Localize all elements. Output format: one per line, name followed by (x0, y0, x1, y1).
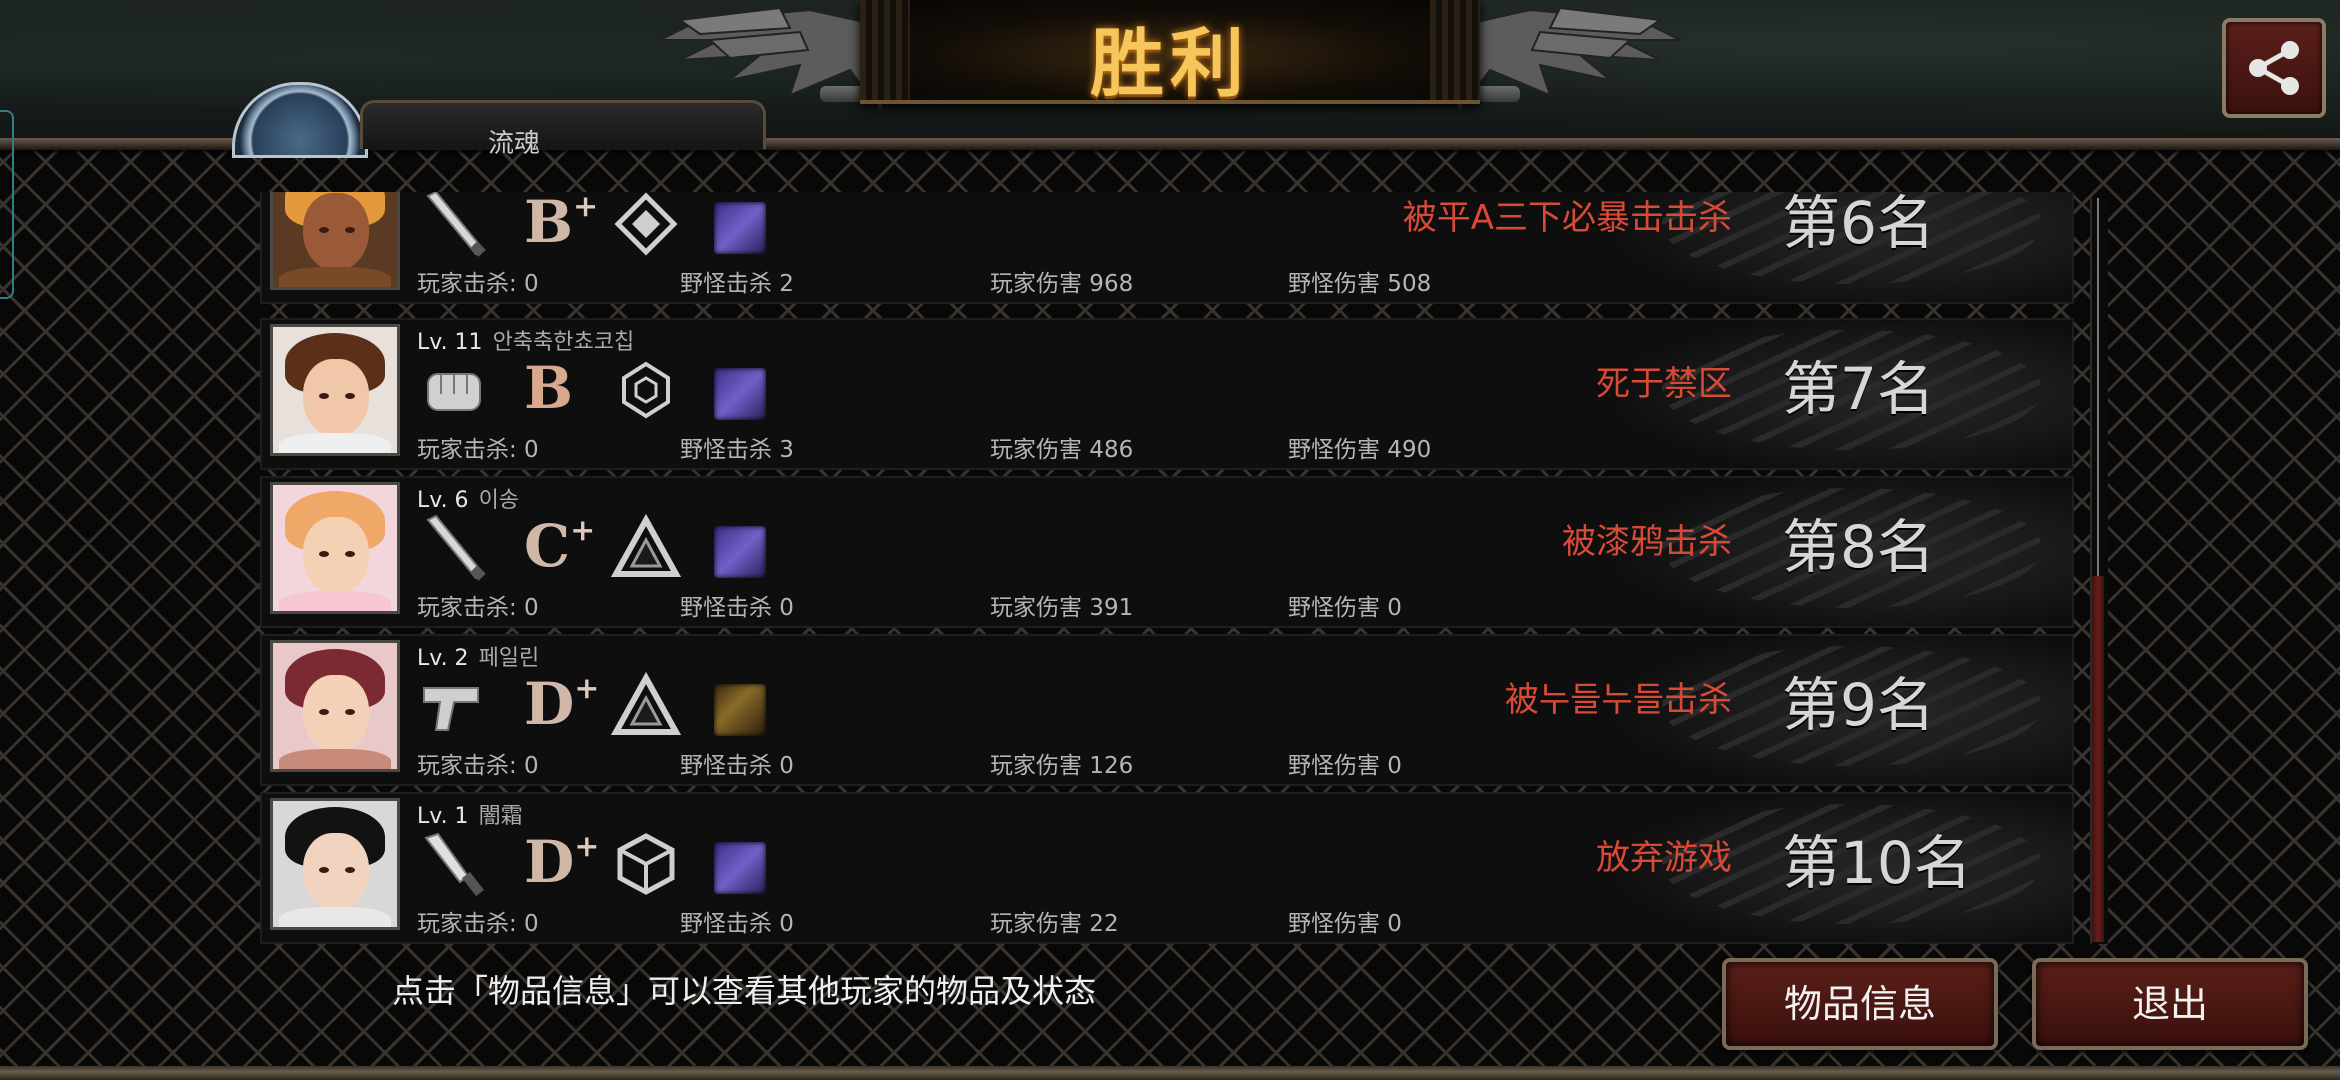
player-level: Lv. 6 이송 (417, 488, 520, 513)
avatar (270, 798, 400, 930)
player-kills: 玩家击杀: 0 (417, 911, 539, 937)
bat-icon (426, 192, 486, 257)
monster-kills: 野怪击杀 0 (680, 595, 794, 621)
scrollbar-line (2097, 198, 2099, 576)
grade-label: D+ (524, 670, 600, 738)
purple-crystal-icon (714, 368, 766, 420)
monster-damage: 野怪伤害 490 (1288, 437, 1432, 463)
player-damage: 玩家伤害 391 (990, 595, 1134, 621)
grade-label: C+ (524, 512, 596, 580)
player-damage: 玩家伤害 486 (990, 437, 1134, 463)
gold-claws-icon (714, 684, 766, 736)
rank-label: 第7名 (1782, 355, 1935, 423)
player-row[interactable]: Lv. 11 안축축한쵸코칩 B 死于禁区 第7名 玩家击杀: 0 野怪击杀 3 … (260, 318, 2074, 470)
death-status: 死于禁区 (1596, 364, 1732, 404)
monster-kills: 野怪击杀 2 (680, 271, 794, 297)
rank-label: 第9名 (1782, 671, 1935, 739)
player-damage: 玩家伤害 126 (990, 753, 1134, 779)
grade-label: B+ (524, 192, 599, 256)
death-status: 被누들누들击杀 (1504, 680, 1732, 720)
cube-emblem-icon (617, 833, 675, 895)
monster-damage: 野怪伤害 0 (1288, 753, 1402, 779)
death-status: 被平A三下必暴击击杀 (1402, 198, 1732, 238)
death-status: 放弃游戏 (1596, 838, 1732, 878)
monster-kills: 野怪击杀 0 (680, 753, 794, 779)
purple-crystal-icon (714, 842, 766, 894)
purple-crystal-icon (714, 526, 766, 578)
player-kills: 玩家击杀: 0 (417, 595, 539, 621)
purple-crystal-icon (714, 202, 766, 254)
results-list[interactable]: B+ 被平A三下必暴击击杀 第6名 玩家击杀: 0 野怪击杀 2 玩家伤害 96… (260, 192, 2074, 944)
diamond-emblem-icon (614, 192, 678, 256)
avatar (270, 482, 400, 614)
pistol-icon (423, 687, 479, 731)
player-damage: 玩家伤害 22 (990, 911, 1119, 937)
monster-damage: 野怪伤害 508 (1288, 271, 1432, 297)
player-level: Lv. 2 페일린 (417, 646, 540, 671)
death-status: 被漆鸦击杀 (1562, 522, 1732, 562)
monster-damage: 野怪伤害 0 (1288, 911, 1402, 937)
hint-text: 点击「物品信息」可以查看其他玩家的物品及状态 (392, 972, 1097, 1010)
page-title: 胜利 (1090, 21, 1250, 107)
player-row[interactable]: Lv. 1 闇霜 D+ 放弃游戏 第10名 玩家击杀: 0 野怪击杀 0 玩家伤害… (260, 792, 2074, 944)
player-name: 이송 (478, 488, 520, 513)
player-row[interactable]: Lv. 2 페일린 D+ 被누들누들击杀 第9名 玩家击杀: 0 野怪击杀 0 玩… (260, 634, 2074, 786)
player-kills: 玩家击杀: 0 (417, 437, 539, 463)
player-row[interactable]: B+ 被平A三下必暴击击杀 第6名 玩家击杀: 0 野怪击杀 2 玩家伤害 96… (260, 192, 2074, 304)
rank-label: 第10名 (1782, 829, 1972, 897)
left-edge-tab[interactable] (0, 110, 14, 299)
monster-damage: 野怪伤害 0 (1288, 595, 1402, 621)
title-banner: 胜利 (860, 0, 1480, 107)
avatar (270, 324, 400, 456)
scrollbar-thumb[interactable] (2092, 576, 2104, 942)
triangle-emblem-icon (610, 513, 682, 577)
player-kills: 玩家击杀: 0 (417, 271, 539, 297)
player-name: 闇霜 (478, 804, 523, 829)
monster-kills: 野怪击杀 0 (680, 911, 794, 937)
player-row[interactable]: Lv. 6 이송 C+ 被漆鸦击杀 第8名 玩家击杀: 0 野怪击杀 0 玩家伤害… (260, 476, 2074, 628)
rank-label: 第6名 (1782, 192, 1935, 257)
player-damage: 玩家伤害 968 (990, 271, 1134, 297)
share-button[interactable] (2222, 18, 2326, 118)
player-name: 페일린 (478, 646, 540, 671)
player-level: Lv. 1 闇霜 (417, 804, 523, 829)
grade-label: B (524, 354, 574, 422)
hexagon-emblem-icon (622, 361, 670, 419)
bottom-rail (0, 1066, 2340, 1080)
player-name: 안축축한쵸코칩 (492, 330, 635, 355)
avatar (270, 192, 400, 290)
monster-kills: 野怪击杀 3 (680, 437, 794, 463)
player-info-text: 流魂 (488, 129, 541, 159)
share-icon (2249, 41, 2299, 95)
item-info-button[interactable]: 物品信息 (1722, 958, 1998, 1050)
avatar (270, 640, 400, 772)
bat-icon (426, 514, 486, 581)
player-level: Lv. 11 안축축한쵸코칩 (417, 330, 635, 355)
grade-label: D+ (524, 828, 600, 896)
player-kills: 玩家击杀: 0 (417, 753, 539, 779)
exit-button[interactable]: 退出 (2032, 958, 2308, 1050)
rank-label: 第8名 (1782, 513, 1935, 581)
triangle-emblem-icon (610, 671, 682, 735)
knife-icon (424, 832, 484, 896)
fist-icon (427, 373, 481, 411)
